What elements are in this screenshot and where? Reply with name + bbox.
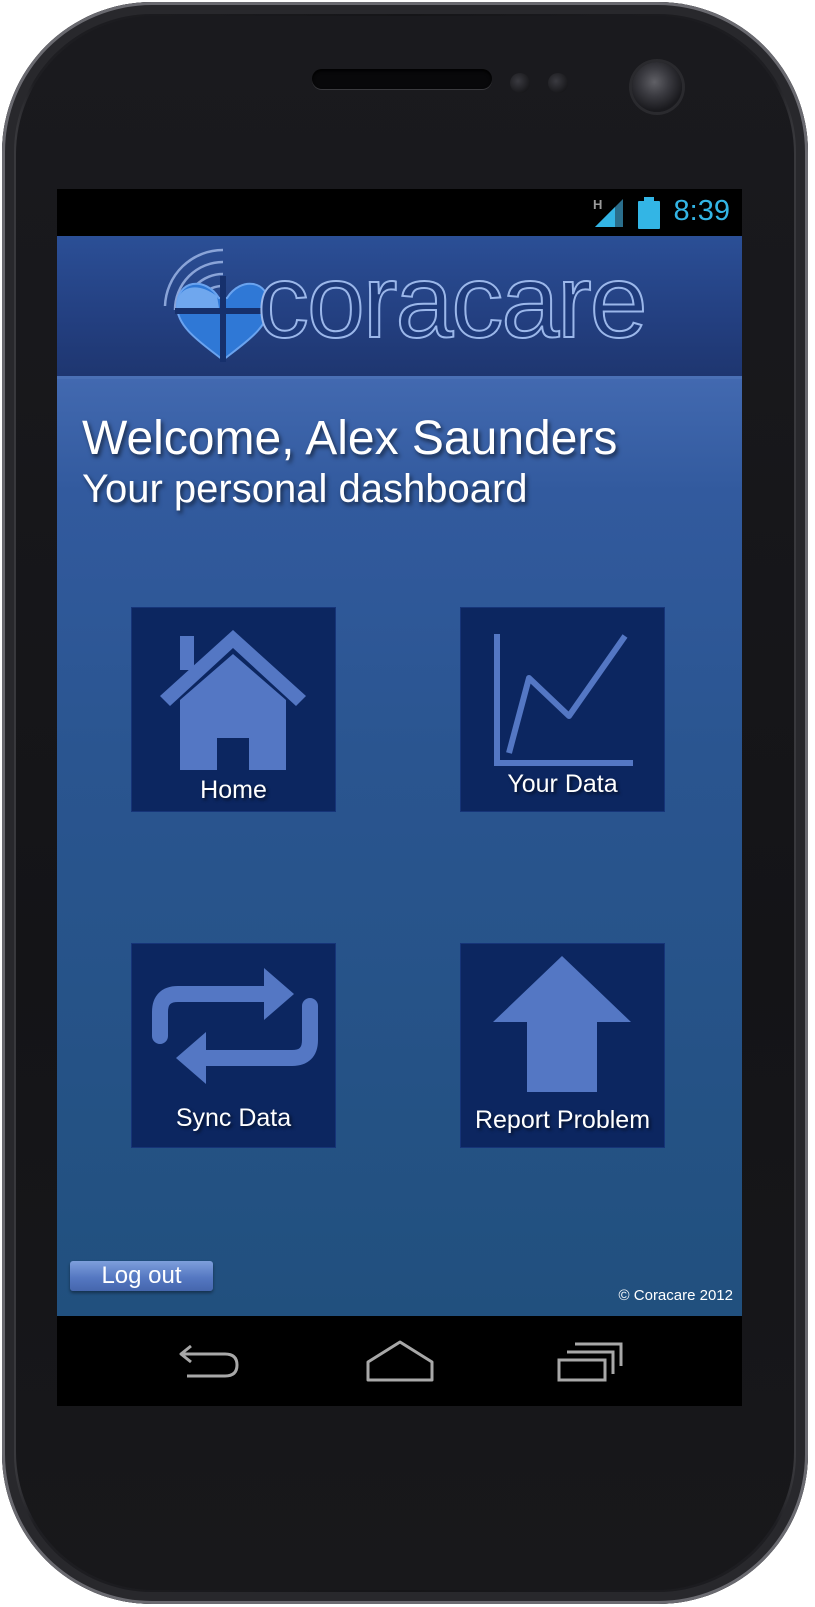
network-type-label: H [593,197,602,212]
report-problem-tile-label: Report Problem [474,1106,651,1134]
report-problem-tile[interactable]: Report Problem [461,944,664,1147]
status-time: 8:39 [673,195,730,227]
phone-frame: H 8:39 coracare Welcome, Alex Saunders Y… [2,2,808,1604]
screen: H 8:39 coracare Welcome, Alex Saunders Y… [57,189,742,1406]
sync-data-tile[interactable]: Sync Data [132,944,335,1147]
back-icon[interactable] [175,1336,241,1386]
heart-wave-icon [163,248,267,362]
app-header: coracare [57,236,742,379]
app-logo-text: coracare [256,244,649,360]
light-sensor [548,73,568,93]
logout-button[interactable]: Log out [70,1261,213,1291]
proximity-sensor [510,73,530,93]
home-nav-icon[interactable] [364,1336,436,1386]
signal-icon: H [593,197,623,227]
recent-apps-icon[interactable] [555,1336,625,1386]
home-tile-label: Home [200,776,267,804]
welcome-heading: Welcome, Alex Saunders [82,412,618,465]
battery-icon [638,197,660,229]
system-nav-bar [57,1316,742,1406]
your-data-tile-label: Your Data [507,770,618,798]
your-data-tile[interactable]: Your Data [461,608,664,811]
copyright-text: © Coracare 2012 [618,1287,733,1304]
home-tile[interactable]: Home [132,608,335,811]
front-camera [632,62,682,112]
earpiece-speaker [312,69,492,89]
dashboard-subtitle: Your personal dashboard [82,467,528,511]
dashboard-content: Welcome, Alex Saunders Your personal das… [57,379,742,1316]
sync-data-tile-label: Sync Data [175,1104,292,1132]
status-bar: H 8:39 [57,189,742,236]
